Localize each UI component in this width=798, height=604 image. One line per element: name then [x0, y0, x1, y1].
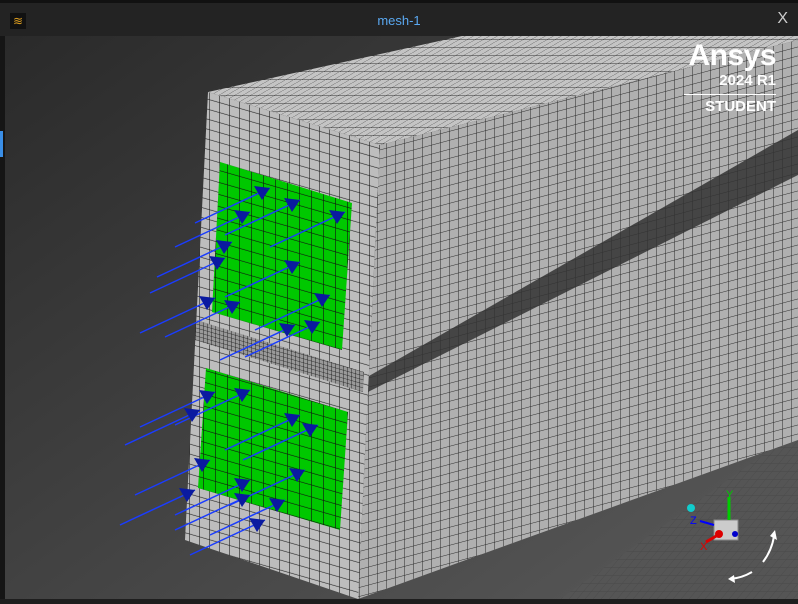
triad-z-label: Z [690, 515, 697, 527]
triad-z-dot [732, 531, 738, 537]
active-indicator [0, 131, 3, 157]
graphics-viewport[interactable]: Y Z X [5, 36, 798, 599]
ansys-logo: Ansys 2024 R1 STUDENT [684, 39, 777, 116]
logo-divider [684, 94, 776, 95]
window-title: mesh-1 [377, 13, 421, 28]
triad-origin-sphere [687, 504, 695, 512]
logo-edition: STUDENT [705, 98, 776, 115]
logo-version: 2024 R1 [719, 72, 776, 89]
triad-y-label: Y [726, 489, 734, 501]
triad-x-label: X [700, 541, 708, 553]
logo-brand: Ansys [688, 39, 776, 72]
title-bar: ≋ mesh-1 X [0, 0, 798, 36]
close-button[interactable]: X [777, 10, 788, 28]
triad-x-dot [715, 530, 723, 538]
